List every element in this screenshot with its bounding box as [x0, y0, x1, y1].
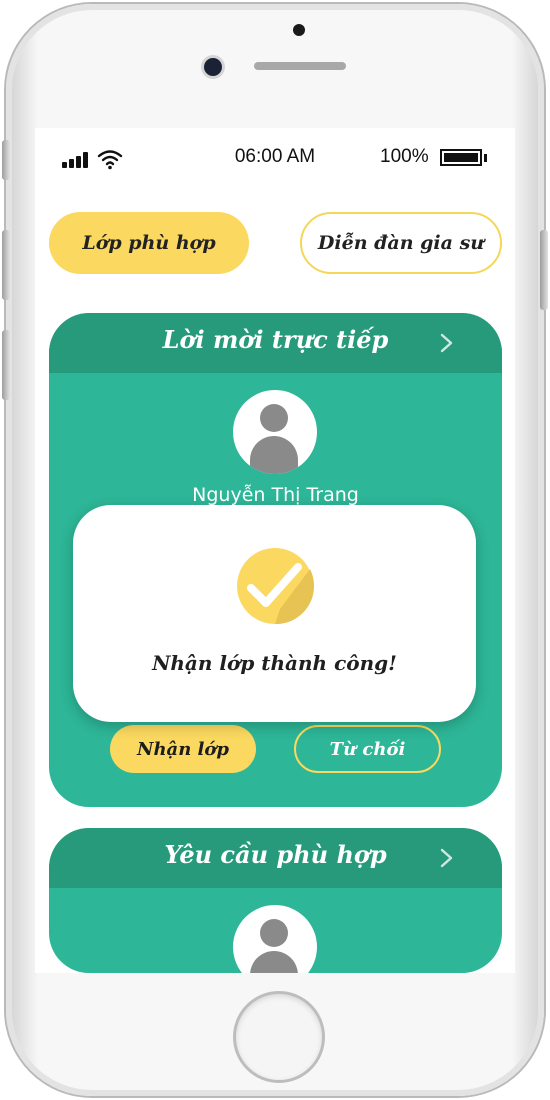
accept-class-button[interactable]: Nhận lớp — [110, 725, 256, 773]
power-button — [540, 230, 548, 310]
tutor-name: Nguyễn Thị Trang — [192, 484, 359, 506]
proximity-sensor — [293, 24, 305, 36]
success-message: Nhận lớp thành công! — [152, 651, 397, 675]
match-card: Yêu cầu phù hợp — [49, 828, 502, 973]
volume-up-button — [2, 230, 10, 300]
front-camera — [204, 58, 222, 76]
decline-button[interactable]: Từ chối — [294, 725, 441, 773]
earpiece-speaker — [254, 62, 346, 70]
status-bar: 06:00 AM 100% — [35, 140, 515, 176]
chevron-right-icon[interactable] — [436, 848, 456, 868]
match-card-header[interactable]: Yêu cầu phù hợp — [49, 828, 502, 888]
home-button[interactable] — [233, 991, 325, 1083]
mute-switch — [2, 140, 10, 180]
invite-card-header[interactable]: Lời mời trực tiếp — [49, 313, 502, 373]
volume-down-button — [2, 330, 10, 400]
avatar-icon — [233, 905, 317, 973]
chevron-right-icon[interactable] — [436, 333, 456, 353]
screen: 06:00 AM 100% Lớp phù hợp Diễn đàn gia s… — [35, 128, 515, 973]
avatar-icon — [233, 390, 317, 474]
battery-terminal — [484, 154, 487, 162]
match-card-title: Yêu cầu phù hợp — [164, 840, 387, 869]
battery-icon — [440, 149, 482, 166]
success-dialog: Nhận lớp thành công! — [73, 505, 476, 722]
invite-card-title: Lời mời trực tiếp — [162, 325, 389, 354]
tab-matching-classes[interactable]: Lớp phù hợp — [49, 212, 249, 274]
check-circle-icon — [237, 548, 314, 625]
battery-percentage: 100% — [380, 146, 429, 167]
tab-tutor-forum[interactable]: Diễn đàn gia sư — [300, 212, 502, 274]
